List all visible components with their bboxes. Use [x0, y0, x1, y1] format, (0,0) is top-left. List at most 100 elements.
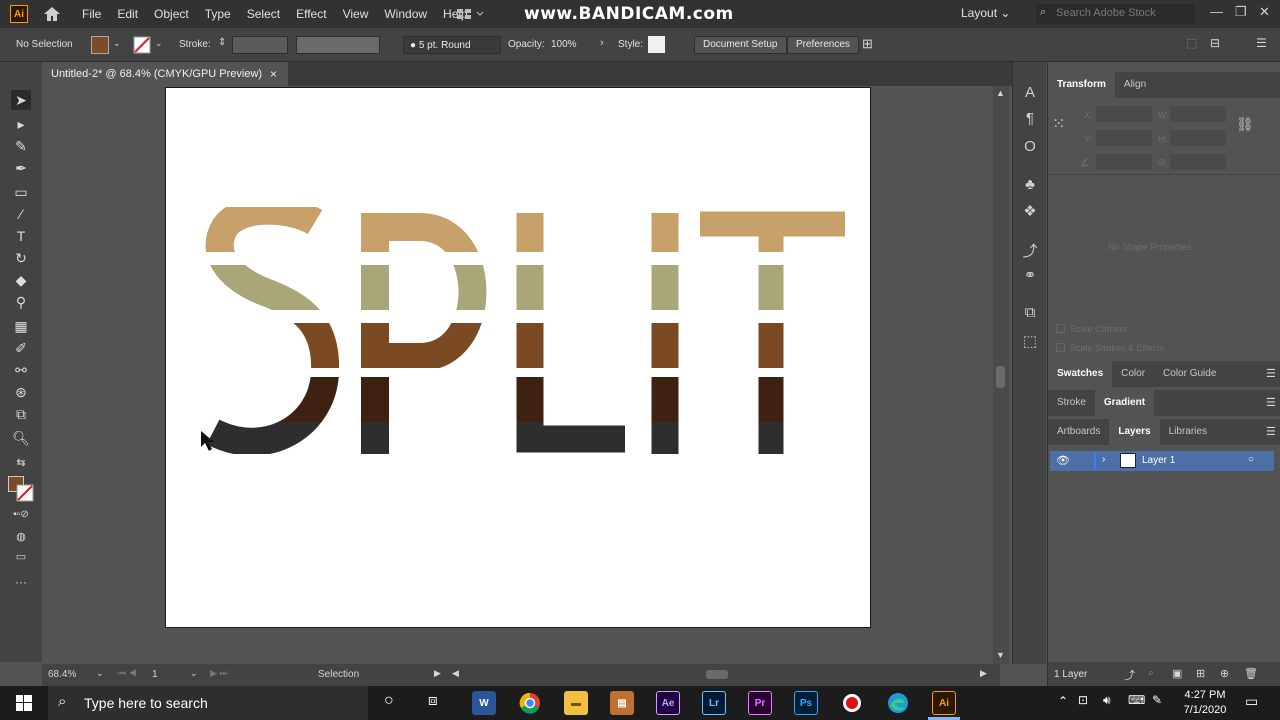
- scroll-left-icon[interactable]: ◀: [452, 668, 459, 679]
- align-icon[interactable]: ⊟: [1210, 36, 1220, 50]
- network-icon[interactable]: ⊡: [1078, 693, 1088, 707]
- reference-point-icon[interactable]: ⁙: [1052, 114, 1065, 134]
- layer-row[interactable]: 👁︎ › Layer 1 ○: [1050, 451, 1274, 471]
- y-input[interactable]: [1096, 130, 1152, 146]
- isolate-icon[interactable]: ⬚: [1186, 36, 1197, 50]
- color-mode-icon[interactable]: ▪▫⊘: [11, 504, 31, 524]
- trash-icon[interactable]: 🗑︎: [1244, 667, 1258, 680]
- blend-tool-icon[interactable]: ⚯: [11, 360, 31, 380]
- chevron-right-icon[interactable]: ›: [600, 37, 604, 49]
- chevron-down-icon[interactable]: ⌄: [113, 38, 121, 49]
- artboards-panel-icon[interactable]: ⬚: [1021, 332, 1039, 350]
- lightroom-icon[interactable]: Lr: [702, 691, 726, 715]
- close-tab-icon[interactable]: ×: [270, 67, 277, 81]
- stroke-stepper-icon[interactable]: ⇕: [218, 37, 226, 48]
- tab-gradient[interactable]: Gradient: [1094, 390, 1155, 416]
- shape-builder-icon[interactable]: ⚲: [11, 292, 31, 312]
- edge-icon[interactable]: [886, 691, 910, 715]
- selection-tool-icon[interactable]: ➤: [11, 90, 31, 110]
- w-input[interactable]: [1170, 106, 1226, 122]
- export-assets-icon[interactable]: ⤴: [1124, 667, 1135, 683]
- layer-name[interactable]: Layer 1: [1142, 455, 1175, 466]
- preferences-button[interactable]: Preferences: [787, 36, 859, 54]
- artboard-tool-icon[interactable]: ⧉: [11, 404, 31, 424]
- paragraph-panel-icon[interactable]: ¶: [1021, 110, 1039, 128]
- stroke-none-swatch[interactable]: [133, 36, 151, 54]
- cortana-icon[interactable]: ○: [384, 692, 394, 710]
- adobe-stock-search[interactable]: ⌕ Search Adobe Stock: [1036, 4, 1194, 24]
- fill-swatch[interactable]: [91, 36, 109, 54]
- horizontal-scroll-thumb[interactable]: [706, 670, 728, 679]
- tab-stroke[interactable]: Stroke: [1048, 390, 1095, 416]
- stroke-none-icon[interactable]: [16, 484, 34, 502]
- panel-menu-icon[interactable]: ☰: [1256, 36, 1267, 50]
- pen-tool-icon[interactable]: ✒: [11, 158, 31, 178]
- record-icon[interactable]: [840, 691, 864, 715]
- windows-start-icon[interactable]: [16, 695, 32, 711]
- new-sublayer-icon[interactable]: ⊞: [1196, 667, 1205, 680]
- rotate-tool-icon[interactable]: ↻: [11, 248, 31, 268]
- panel-menu-icon[interactable]: ☰: [1266, 367, 1276, 380]
- rotate-angle-icon[interactable]: ∠: [1080, 156, 1090, 169]
- constrain-proportions-icon[interactable]: ⛓: [1236, 116, 1254, 133]
- tab-swatches[interactable]: Swatches: [1048, 361, 1113, 387]
- target-circle-icon[interactable]: ○: [1248, 454, 1254, 465]
- graphic-styles-icon[interactable]: ❖: [1021, 202, 1039, 220]
- clipping-mask-icon[interactable]: ▣: [1172, 667, 1182, 680]
- locate-object-icon[interactable]: ⌕: [1148, 667, 1154, 680]
- scroll-thumb[interactable]: [996, 366, 1005, 388]
- arrange-documents-icon[interactable]: [456, 7, 484, 21]
- menu-file[interactable]: File: [74, 7, 109, 21]
- tab-artboards[interactable]: Artboards: [1048, 419, 1109, 445]
- system-clock[interactable]: 4:27 PM 7/1/2020: [1178, 688, 1232, 718]
- x-input[interactable]: [1096, 106, 1152, 122]
- artboard-number[interactable]: 1: [152, 669, 158, 680]
- illustrator-icon[interactable]: Ai: [932, 691, 956, 715]
- h-input[interactable]: [1170, 130, 1226, 146]
- graphic-style-swatch[interactable]: [648, 36, 665, 53]
- archive-icon[interactable]: ▤: [610, 691, 634, 715]
- links-panel-icon[interactable]: ⚭: [1021, 266, 1039, 284]
- variable-width-profile[interactable]: [296, 36, 380, 54]
- tab-color[interactable]: Color: [1112, 361, 1154, 387]
- notification-icon[interactable]: ▭: [1245, 693, 1258, 710]
- chevron-down-icon[interactable]: ⌄: [96, 668, 104, 679]
- scale-strokes-checkbox[interactable]: [1056, 343, 1065, 352]
- symbols-panel-icon[interactable]: ♣: [1021, 176, 1039, 194]
- last-artboard-icon[interactable]: ▶ ⏭: [210, 668, 228, 679]
- type-tool-icon[interactable]: T: [11, 226, 31, 246]
- volume-icon[interactable]: 🔊︎: [1103, 693, 1111, 708]
- close-icon[interactable]: ✕: [1259, 4, 1270, 20]
- brush-definition[interactable]: ● 5 pt. Round: [403, 36, 501, 54]
- file-explorer-icon[interactable]: ▬: [564, 691, 588, 715]
- document-tab[interactable]: Untitled-2* @ 68.4% (CMYK/GPU Preview) ×: [42, 62, 288, 86]
- task-view-icon[interactable]: ⧈: [428, 692, 438, 709]
- scroll-right-icon[interactable]: ▶: [980, 668, 987, 679]
- chrome-icon[interactable]: [518, 691, 542, 715]
- opentype-panel-icon[interactable]: O: [1021, 138, 1039, 156]
- after-effects-icon[interactable]: Ae: [656, 691, 680, 715]
- opacity-value[interactable]: 100%: [551, 39, 577, 50]
- swap-colors-icon[interactable]: ⇆: [11, 452, 31, 472]
- menu-object[interactable]: Object: [146, 7, 197, 21]
- rectangle-tool-icon[interactable]: ▭: [11, 182, 31, 202]
- photoshop-icon[interactable]: Ps: [794, 691, 818, 715]
- character-panel-icon[interactable]: A: [1021, 84, 1039, 102]
- menu-select[interactable]: Select: [239, 7, 288, 21]
- zoom-level[interactable]: 68.4%: [48, 669, 76, 680]
- shear-icon[interactable]: ⧄: [1158, 156, 1165, 169]
- split-text-artwork[interactable]: [165, 87, 871, 628]
- symbol-sprayer-icon[interactable]: ⊛: [11, 382, 31, 402]
- language-icon[interactable]: ⌨: [1128, 693, 1145, 707]
- more-tools-icon[interactable]: ···: [11, 572, 31, 592]
- tab-color-guide[interactable]: Color Guide: [1154, 361, 1225, 387]
- eyedropper-tool-icon[interactable]: ✐: [11, 338, 31, 358]
- tab-libraries[interactable]: Libraries: [1160, 419, 1216, 445]
- document-setup-button[interactable]: Document Setup: [694, 36, 787, 54]
- stroke-weight-input[interactable]: [232, 36, 288, 54]
- panel-menu-icon[interactable]: ☰: [1266, 425, 1276, 438]
- tab-layers[interactable]: Layers: [1109, 419, 1160, 445]
- chevron-down-icon[interactable]: ⌄: [155, 38, 163, 49]
- visibility-eye-icon[interactable]: 👁︎: [1056, 454, 1070, 467]
- menu-view[interactable]: View: [335, 7, 377, 21]
